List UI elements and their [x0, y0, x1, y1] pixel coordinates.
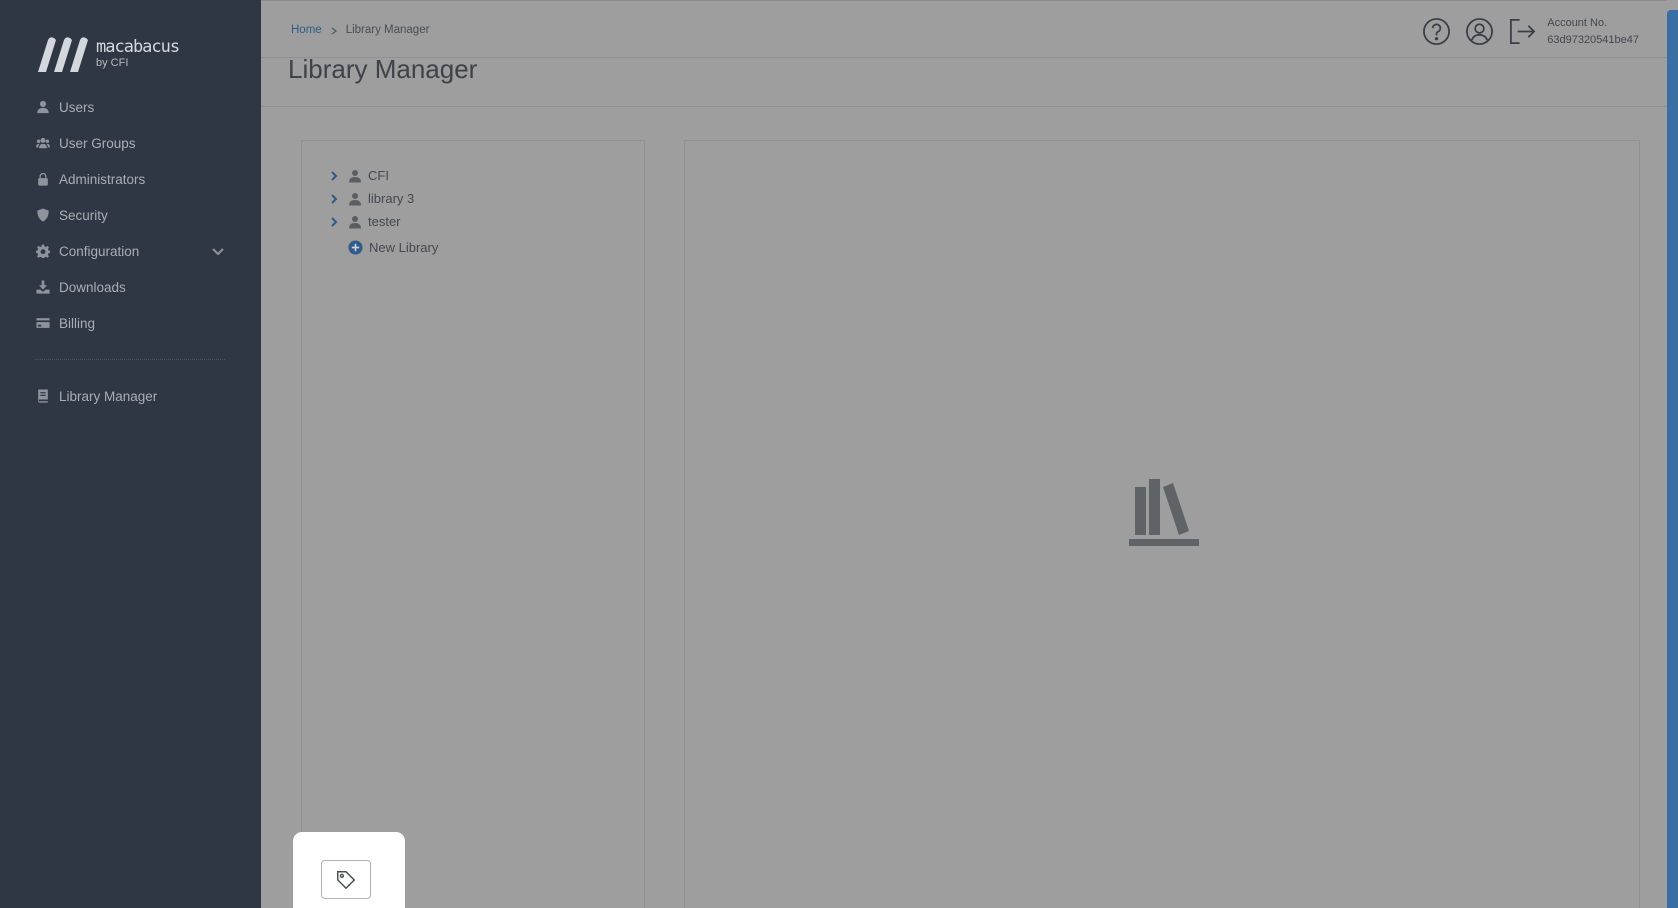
- library-content-panel: [684, 140, 1640, 908]
- user-icon: [348, 192, 362, 206]
- gear-icon: [35, 243, 51, 259]
- sidebar-item-label: Library Manager: [59, 388, 158, 404]
- book-icon: [35, 388, 51, 404]
- user-icon: [35, 99, 51, 115]
- chevron-right-icon: [330, 26, 338, 35]
- page-title: Library Manager: [288, 54, 478, 84]
- chevron-right-icon[interactable]: [328, 170, 340, 182]
- plus-circle-icon: [348, 239, 363, 255]
- library-tree: CFI library 3 tester New Library: [328, 164, 438, 259]
- top-header: Home Library Manager Account No. 63d9732…: [261, 0, 1667, 58]
- sidebar-item-security[interactable]: Security: [0, 197, 261, 233]
- account-label: Account No.: [1547, 17, 1608, 29]
- tree-item-label: CFI: [368, 168, 389, 183]
- user-icon: [348, 169, 362, 183]
- books-icon: [1129, 479, 1199, 546]
- sidebar-item-label: Administrators: [59, 171, 146, 187]
- new-library-button[interactable]: New Library: [328, 235, 438, 259]
- help-icon[interactable]: [1422, 17, 1451, 46]
- user-icon: [348, 215, 362, 229]
- brand-logo[interactable]: macabacus by CFI: [34, 36, 180, 76]
- sidebar: macabacus by CFI Users User Groups Admin…: [0, 0, 261, 908]
- chevron-down-icon[interactable]: [211, 244, 225, 258]
- sidebar-item-user-groups[interactable]: User Groups: [0, 125, 261, 161]
- sidebar-divider: [35, 359, 225, 360]
- credit-card-icon: [35, 315, 51, 331]
- header-actions: [1422, 17, 1537, 46]
- sidebar-item-label: User Groups: [59, 135, 136, 151]
- tree-item-tester[interactable]: tester: [328, 210, 438, 233]
- tree-item-library-3[interactable]: library 3: [328, 187, 438, 210]
- brand-name: macabacus: [96, 37, 180, 57]
- tag-button[interactable]: [321, 860, 371, 899]
- sidebar-item-downloads[interactable]: Downloads: [0, 269, 261, 305]
- sidebar-item-users[interactable]: Users: [0, 89, 261, 125]
- shield-icon: [35, 207, 51, 223]
- lock-icon: [35, 171, 51, 187]
- account-icon[interactable]: [1465, 17, 1494, 46]
- account-number: 63d97320541be47: [1547, 34, 1639, 46]
- sidebar-item-configuration[interactable]: Configuration: [0, 233, 261, 269]
- sidebar-nav: Users User Groups Administrators Securit…: [0, 89, 261, 414]
- chevron-right-icon[interactable]: [328, 193, 340, 205]
- new-library-label: New Library: [369, 239, 439, 255]
- sidebar-item-billing[interactable]: Billing: [0, 305, 261, 341]
- breadcrumb: Home Library Manager: [291, 24, 429, 36]
- tree-item-cfi[interactable]: CFI: [328, 164, 438, 187]
- page-title-bar: Library Manager: [261, 54, 1667, 107]
- tree-item-label: library 3: [368, 191, 415, 206]
- chevron-right-icon[interactable]: [328, 216, 340, 228]
- sidebar-item-label: Users: [59, 99, 95, 115]
- download-icon: [35, 279, 51, 295]
- brand-sub: by CFI: [96, 57, 129, 69]
- library-tree-panel: CFI library 3 tester New Library: [301, 140, 645, 908]
- account-info: Account No. 63d97320541be47: [1547, 15, 1639, 49]
- tag-popup: [293, 832, 405, 908]
- tag-icon: [337, 870, 356, 889]
- tree-item-label: tester: [368, 214, 401, 229]
- sidebar-item-administrators[interactable]: Administrators: [0, 161, 261, 197]
- users-icon: [35, 135, 51, 151]
- logout-icon[interactable]: [1508, 17, 1537, 46]
- sidebar-item-library-manager[interactable]: Library Manager: [0, 378, 261, 414]
- macabacus-logo-icon: [38, 37, 88, 72]
- breadcrumb-current: Library Manager: [345, 24, 430, 36]
- breadcrumb-home-link[interactable]: Home: [291, 24, 322, 36]
- sidebar-item-label: Billing: [59, 315, 96, 331]
- sidebar-item-label: Security: [59, 207, 108, 223]
- sidebar-item-label: Downloads: [59, 279, 126, 295]
- scrollbar[interactable]: [1667, 10, 1678, 908]
- sidebar-item-label: Configuration: [59, 243, 140, 259]
